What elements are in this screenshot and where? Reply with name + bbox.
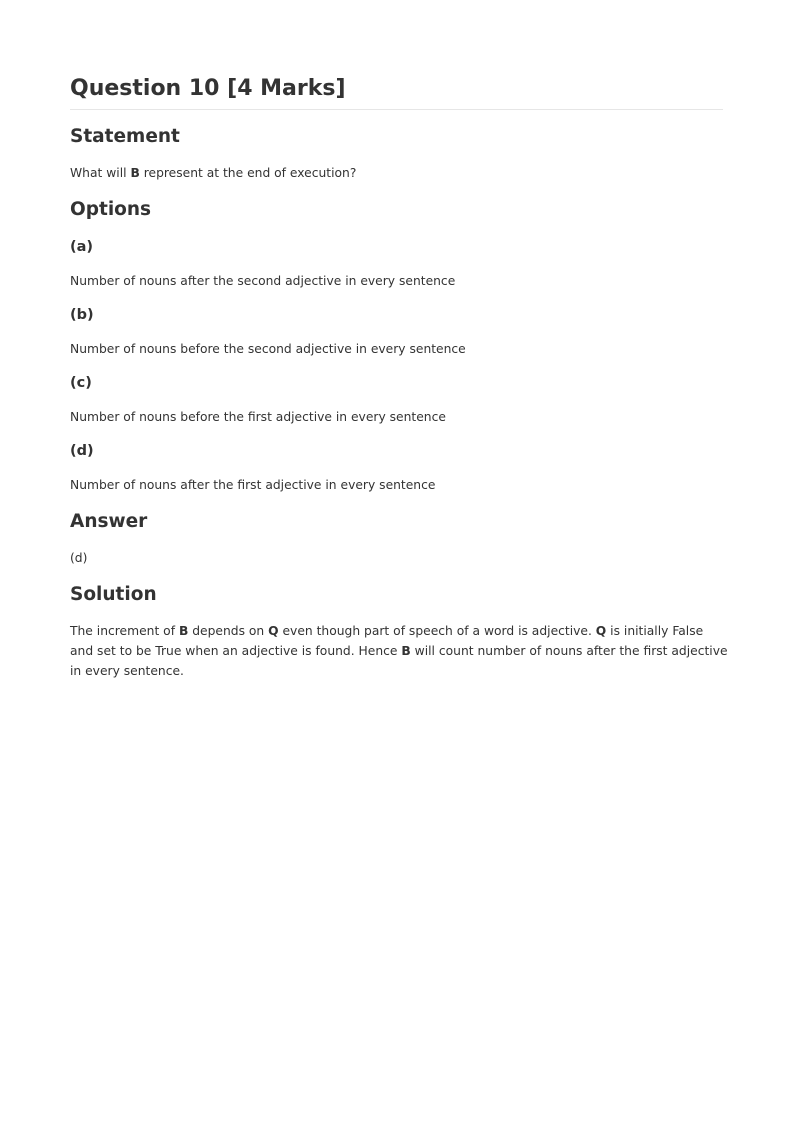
statement-heading: Statement [70, 126, 180, 147]
option-c-label: (c) [70, 375, 92, 391]
solution-heading: Solution [70, 584, 157, 605]
solution-text: The increment of B depends on Q even tho… [70, 624, 728, 678]
option-a-text: Number of nouns after the second adjecti… [70, 274, 456, 288]
option-d-label: (d) [70, 443, 94, 459]
option-b-label: (b) [70, 307, 94, 323]
option-b-text: Number of nouns before the second adject… [70, 342, 466, 356]
answer-value: (d) [70, 551, 88, 565]
options-heading: Options [70, 199, 152, 220]
option-d-text: Number of nouns after the first adjectiv… [70, 478, 436, 492]
option-a-label: (a) [70, 239, 94, 255]
statement-text: What will B represent at the end of exec… [70, 166, 357, 180]
divider [70, 109, 723, 110]
page-title: Question 10 [4 Marks] [70, 76, 346, 101]
answer-heading: Answer [70, 511, 148, 532]
option-c-text: Number of nouns before the first adjecti… [70, 410, 446, 424]
